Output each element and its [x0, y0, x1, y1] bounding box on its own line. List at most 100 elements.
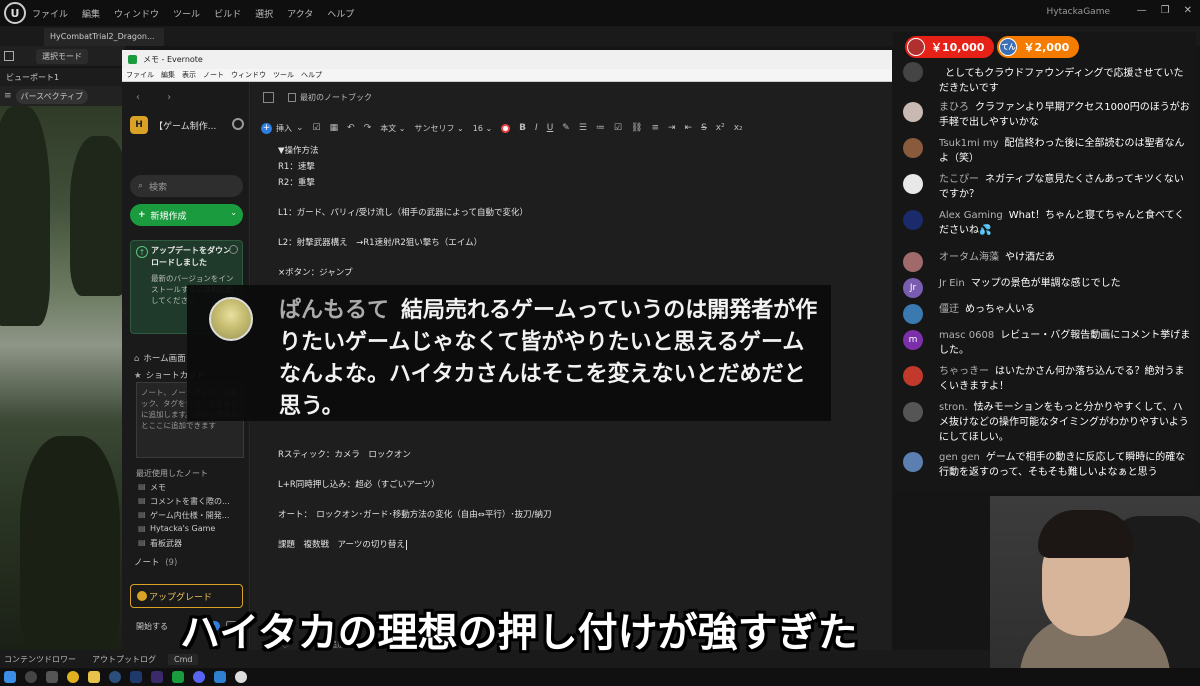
- note-line: L+R同時押し込み：超必（すごいアーツ）: [278, 480, 440, 490]
- notebook-name[interactable]: 最初のノートブック: [300, 92, 372, 103]
- get-started-link[interactable]: 開始する: [136, 621, 168, 632]
- highlight-icon[interactable]: ✎: [562, 123, 570, 133]
- task-view-icon[interactable]: [46, 671, 58, 683]
- menu-file[interactable]: ファイル: [32, 7, 68, 20]
- note-line: オート： ロックオン･ガード･移動方法の変化（自由⇔平行）･抜刀/納刀: [278, 510, 552, 520]
- insert-button[interactable]: + 挿入 ⌄: [261, 122, 304, 134]
- level-viewport[interactable]: [0, 106, 122, 650]
- search-input[interactable]: ⌕ 検索: [130, 175, 243, 197]
- mode-selector[interactable]: 選択モード: [36, 48, 88, 64]
- menu-window[interactable]: ウィンドウ: [114, 7, 159, 20]
- chrome-icon[interactable]: [67, 671, 79, 683]
- font-dropdown[interactable]: サンセリフ ⌄: [414, 123, 463, 134]
- strikethrough-icon[interactable]: S: [701, 123, 707, 133]
- maximize-icon[interactable]: ❐: [1161, 5, 1170, 16]
- output-log-button[interactable]: アウトプットログ: [88, 654, 156, 665]
- superchat-ticker[interactable]: ￥10,000: [905, 36, 995, 58]
- unreal-icon[interactable]: [235, 671, 247, 683]
- text-color-icon[interactable]: [501, 123, 511, 133]
- outdent-icon[interactable]: ⇤: [685, 123, 693, 133]
- bold-icon[interactable]: B: [519, 123, 526, 133]
- search-icon[interactable]: [25, 671, 37, 683]
- recent-note-item[interactable]: ゲーム内仕様・開発...: [138, 510, 229, 521]
- recent-note-item[interactable]: Hytacka's Game: [138, 524, 215, 533]
- note-line: L2：射撃武器構え →R1速射/R2狙い撃ち（エイム）: [278, 238, 483, 248]
- chat-avatar: m: [903, 330, 923, 350]
- menu-build[interactable]: ビルド: [214, 7, 241, 20]
- chat-line: 僵迂 めっちゃ人いる: [939, 302, 1191, 317]
- recent-note-item[interactable]: コメントを書く際の...: [138, 496, 230, 507]
- chat-line: Jr Ein マップの景色が単調な感じでした: [939, 276, 1191, 291]
- vscode-icon[interactable]: [214, 671, 226, 683]
- menu-help[interactable]: ヘルプ: [327, 7, 354, 20]
- commenter-avatar: [209, 297, 253, 341]
- subscript-icon[interactable]: x₂: [734, 123, 743, 133]
- menu-edit[interactable]: 編集: [82, 7, 100, 20]
- chat-line: stron. 怯みモーションをもっと分かりやすくして、ハメ抜けなどの操作可能なタイ…: [939, 400, 1191, 445]
- superchat-ticker[interactable]: てん ￥2,000: [997, 36, 1080, 58]
- evernote-icon[interactable]: [172, 671, 184, 683]
- close-icon[interactable]: ✕: [1184, 5, 1192, 16]
- unreal-logo-icon[interactable]: U: [4, 2, 26, 24]
- redo-icon[interactable]: ↷: [364, 123, 372, 133]
- size-dropdown[interactable]: 16 ⌄: [473, 124, 492, 133]
- sidebar-item-home[interactable]: ⌂ ホーム画面: [134, 352, 186, 364]
- checkbox-icon[interactable]: ☑: [313, 123, 321, 133]
- en-menu-tools[interactable]: ツール: [273, 70, 294, 80]
- gear-icon[interactable]: [232, 118, 244, 130]
- sidebar-item-notes[interactable]: ノート (9): [134, 556, 177, 568]
- underline-icon[interactable]: U: [547, 123, 554, 133]
- expand-icon[interactable]: [263, 92, 274, 103]
- en-menu-help[interactable]: ヘルプ: [301, 70, 322, 80]
- chat-text: めっちゃ人いる: [965, 304, 1035, 315]
- align-icon[interactable]: ≡: [651, 123, 659, 133]
- discord-icon[interactable]: [193, 671, 205, 683]
- bullet-list-icon[interactable]: ☰: [579, 123, 587, 133]
- upgrade-icon: [137, 591, 147, 601]
- italic-icon[interactable]: I: [535, 123, 538, 133]
- viewport-menu-icon[interactable]: ≡: [4, 91, 12, 101]
- en-menu-edit[interactable]: 編集: [161, 70, 175, 80]
- en-menu-note[interactable]: ノート: [203, 70, 224, 80]
- style-dropdown[interactable]: 本文 ⌄: [380, 123, 405, 134]
- undo-icon[interactable]: ↶: [347, 123, 355, 133]
- viewport-scenery: [20, 436, 120, 650]
- close-icon[interactable]: [229, 245, 238, 254]
- photoshop-icon[interactable]: [130, 671, 142, 683]
- explorer-icon[interactable]: [88, 671, 100, 683]
- level-tab[interactable]: HyCombatTrial2_Dragon...: [44, 28, 164, 46]
- chat-message: たこぴー ネガティブな意見たくさんあってキツくないですか？: [903, 172, 1191, 202]
- minimize-icon[interactable]: —: [1137, 5, 1147, 16]
- viewport-scenery: [0, 106, 50, 326]
- en-menu-file[interactable]: ファイル: [126, 70, 154, 80]
- account-switcher[interactable]: H 【ゲーム制作...: [130, 116, 244, 134]
- numbered-list-icon[interactable]: ≔: [596, 123, 605, 133]
- chat-line: Alex Gaming What！ちゃんと寝てちゃんと食べてくださいね💦: [939, 208, 1191, 238]
- after-effects-icon[interactable]: [151, 671, 163, 683]
- viewport-tab[interactable]: ビューポート1: [0, 68, 122, 86]
- en-menu-window[interactable]: ウィンドウ: [231, 70, 266, 80]
- chat-message: まひろ クラファンより早期アクセス1000円のほうがお手軽で出しやすいかな: [903, 100, 1191, 130]
- menu-select[interactable]: 選択: [255, 7, 273, 20]
- checklist-icon[interactable]: ☑: [614, 123, 622, 133]
- home-icon: ⌂: [134, 354, 140, 364]
- recent-note-item[interactable]: 看板武器: [138, 538, 182, 549]
- back-forward-arrows[interactable]: ‹ ›: [136, 92, 183, 103]
- chevron-down-icon[interactable]: ⌄: [230, 208, 237, 217]
- en-menu-view[interactable]: 表示: [182, 70, 196, 80]
- steam-icon[interactable]: [109, 671, 121, 683]
- recent-note-item[interactable]: メモ: [138, 482, 166, 493]
- menu-actor[interactable]: アクタ: [287, 7, 313, 20]
- menu-tools[interactable]: ツール: [173, 7, 200, 20]
- new-note-label: 新規作成: [150, 211, 187, 222]
- indent-icon[interactable]: ⇥: [668, 123, 676, 133]
- content-drawer-button[interactable]: コンテンツドロワー: [0, 654, 76, 665]
- new-note-button[interactable]: + 新規作成 ⌄: [130, 204, 243, 226]
- superscript-icon[interactable]: x²: [716, 123, 725, 133]
- save-icon[interactable]: [4, 51, 14, 61]
- windows-start-icon[interactable]: [4, 671, 16, 683]
- calendar-icon[interactable]: ▦: [330, 123, 339, 133]
- chat-avatar: [903, 210, 923, 230]
- link-icon[interactable]: ⛓: [631, 123, 642, 133]
- perspective-button[interactable]: パースペクティブ: [15, 88, 89, 104]
